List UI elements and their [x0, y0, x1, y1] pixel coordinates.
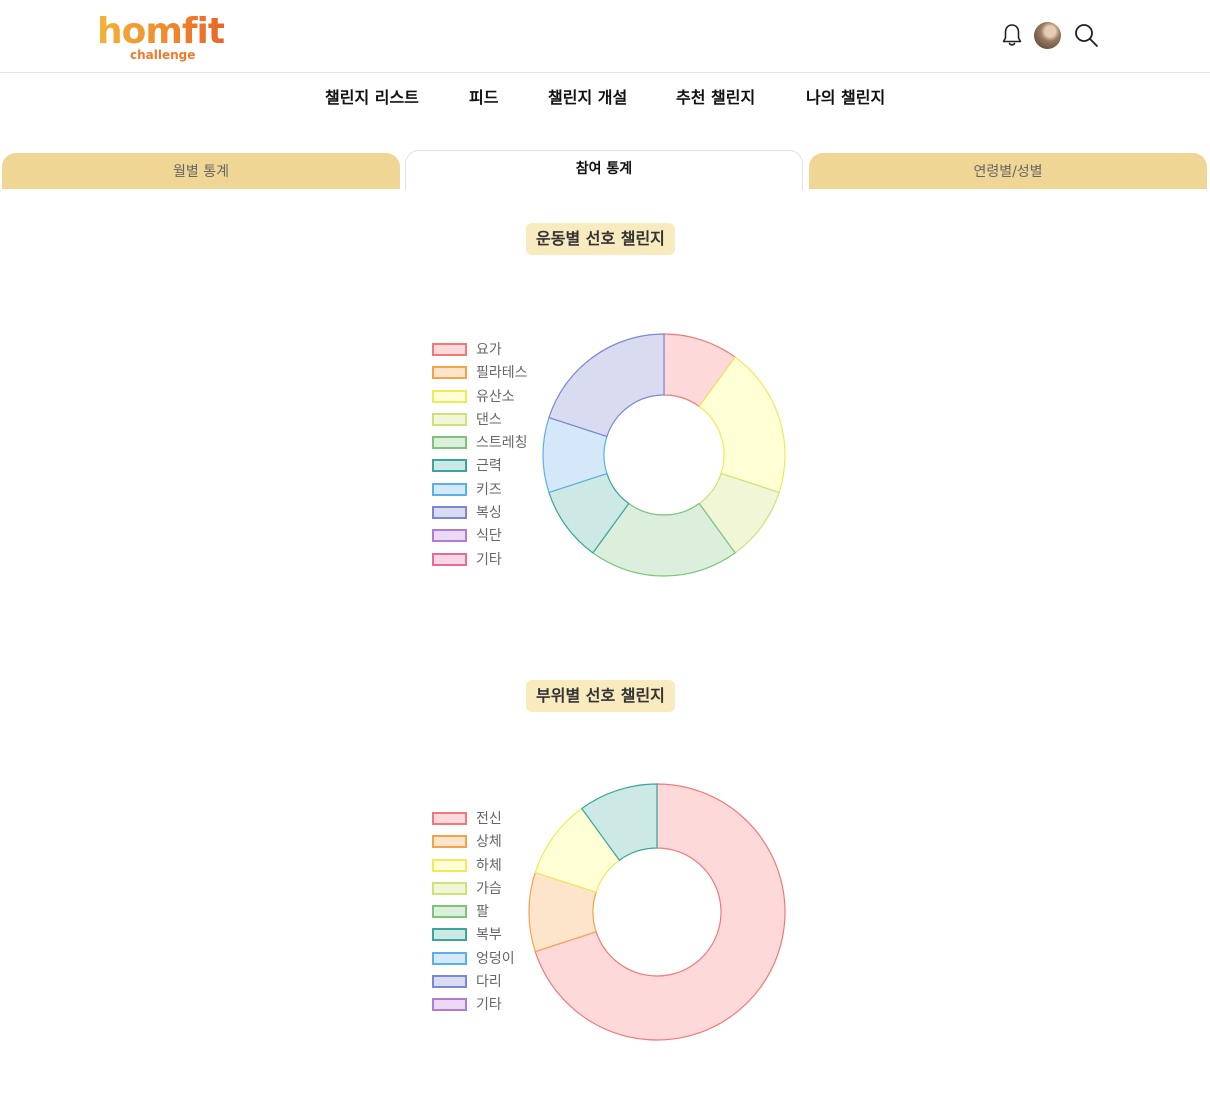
- bodypart-doughnut-chart: [528, 783, 786, 1041]
